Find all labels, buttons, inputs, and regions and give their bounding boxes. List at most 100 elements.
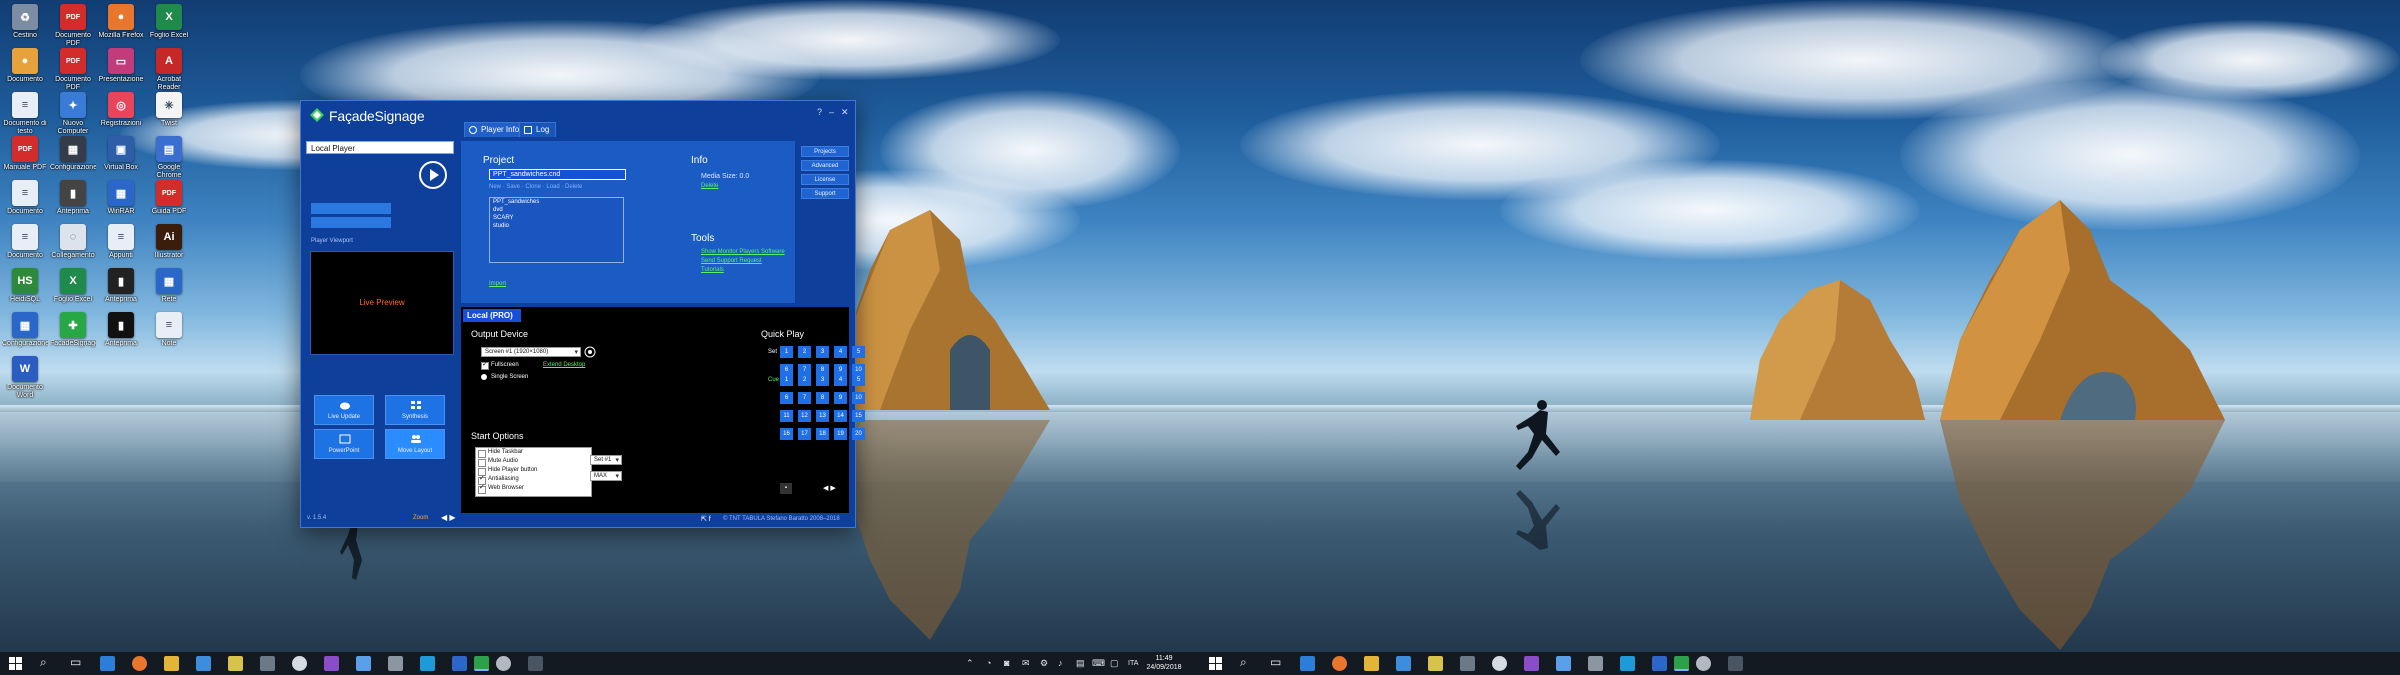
desktop-icon[interactable]: ≡ Documento di testo (2, 92, 48, 136)
folder-icon[interactable] (228, 656, 243, 671)
desktop-icon[interactable]: ✦ Nuovo Computer (50, 92, 96, 136)
antialiasing-checkbox[interactable]: Antialiasing (478, 474, 589, 485)
tray-up-icon[interactable]: ⌃ (966, 658, 974, 669)
edge-icon[interactable] (100, 656, 115, 671)
fullscreen-checkbox[interactable]: Fullscreen (481, 360, 519, 370)
cue-button[interactable]: 16 (780, 428, 793, 440)
list-item[interactable]: PPT_sandwiches (490, 198, 623, 206)
media-delete-link[interactable]: Delete (701, 183, 718, 189)
cue-button[interactable]: 13 (816, 410, 829, 422)
nav-arrows[interactable]: ◀ ▶ (441, 513, 456, 522)
desktop-icon[interactable]: ♻ Cestino (2, 4, 48, 48)
chrome-icon[interactable] (292, 656, 307, 671)
close-button[interactable]: ✕ (841, 107, 849, 118)
taskbar-clock[interactable]: 11:49 24/09/2018 (1134, 654, 1194, 672)
monitor-players-link[interactable]: Show Monitor Players Software (701, 249, 785, 255)
start-set-select[interactable]: Set #1 (590, 455, 622, 465)
task-view-icon[interactable]: ▭ (1270, 655, 1281, 669)
tutorials-link[interactable]: Tutorials (701, 267, 724, 273)
social-icons[interactable]: ⇱ f (701, 515, 711, 523)
minimize-button[interactable]: – (829, 107, 834, 117)
project-actions[interactable]: New · Save · Clone · Load · Delete (489, 184, 582, 190)
hide-player-button-checkbox[interactable]: Hide Player button (478, 467, 589, 476)
tray-app-icon[interactable]: ⚙ (1040, 658, 1048, 669)
tool-icon[interactable] (1588, 656, 1603, 671)
desktop-icon[interactable]: PDF Documento PDF (50, 4, 96, 48)
desktop-icon[interactable]: HS HeidiSQL (2, 268, 48, 312)
cue-button[interactable]: 20 (852, 428, 865, 440)
desktop-icon[interactable]: ● Mozilla Firefox (98, 4, 144, 48)
screen-select[interactable]: Screen #1 (1920×1080) (481, 347, 581, 357)
tab-player-info[interactable]: Player Info (464, 122, 527, 137)
set-button[interactable]: 1 (780, 346, 793, 358)
desktop-icon[interactable]: ≡ Note (146, 312, 192, 356)
cue-button[interactable]: 5 (852, 374, 865, 386)
live-update-tile[interactable]: Live Update (314, 395, 374, 425)
app-icon[interactable] (1396, 656, 1411, 671)
cue-button[interactable]: 7 (798, 392, 811, 404)
search-icon[interactable]: ⌕ (40, 655, 47, 670)
cue-button[interactable]: 9 (834, 392, 847, 404)
facadesignage-taskbar-icon[interactable] (1674, 656, 1689, 671)
cue-nav-arrows[interactable]: ◀ ▶ (823, 484, 836, 492)
desktop-icon[interactable]: ▣ Virtual Box (98, 136, 144, 180)
volume-icon[interactable]: ♪ (1058, 658, 1063, 668)
settings-icon[interactable] (1460, 656, 1475, 671)
desktop-icon[interactable]: ▮ Anteprima (50, 180, 96, 224)
support-button[interactable]: Support (801, 188, 849, 199)
desktop-icon[interactable]: X Foglio Excel (146, 4, 192, 48)
skype-icon[interactable] (1620, 656, 1635, 671)
cue-button[interactable]: 4 (834, 374, 847, 386)
desktop-icon[interactable]: ▮ Anteprima (98, 268, 144, 312)
desktop-icon[interactable]: PDF Guida PDF (146, 180, 192, 224)
desktop-icon[interactable]: ✚ FacadeSignage (50, 312, 96, 356)
desktop-icon[interactable]: ▮ Anteprima (98, 312, 144, 356)
cue-button[interactable]: 2 (798, 374, 811, 386)
tab-log[interactable]: Log (519, 122, 557, 137)
cue-button[interactable]: 18 (816, 428, 829, 440)
extend-desktop-link[interactable]: Extend Desktop (543, 362, 585, 368)
cue-button[interactable]: 15 (852, 410, 865, 422)
desktop-icon[interactable]: ▭ Presentazione (98, 48, 144, 92)
tray-app-icon[interactable]: ◙ (1004, 658, 1009, 668)
desktop-icon[interactable]: ▦ WinRAR (98, 180, 144, 224)
desktop-icon[interactable]: Ai Illustrator (146, 224, 192, 268)
cue-button[interactable]: 3 (816, 374, 829, 386)
paint-icon[interactable] (496, 656, 511, 671)
cue-button[interactable]: 10 (852, 392, 865, 404)
file-explorer-icon[interactable] (1364, 656, 1379, 671)
support-request-link[interactable]: Send Support Request (701, 258, 762, 264)
cue-button[interactable]: 8 (816, 392, 829, 404)
task-view-icon[interactable]: ▭ (70, 655, 81, 669)
windows-start-icon[interactable] (8, 656, 23, 671)
desktop-icon[interactable]: ▦ Rete (146, 268, 192, 312)
network-tray-icon[interactable]: ▤ (1076, 658, 1085, 669)
calculator-icon[interactable] (528, 656, 543, 671)
player-field-2[interactable] (311, 217, 391, 228)
advanced-button[interactable]: Advanced (801, 160, 849, 171)
desktop-icon[interactable]: ≡ Documento (2, 180, 48, 224)
desktop-icon[interactable]: X Foglio Excel (50, 268, 96, 312)
stop-button[interactable]: ▪ (780, 483, 792, 494)
settings-icon[interactable] (260, 656, 275, 671)
desktop-icon[interactable]: ≡ Documento (2, 224, 48, 268)
desktop-icon[interactable]: PDF Documento PDF (50, 48, 96, 92)
cue-button[interactable]: 17 (798, 428, 811, 440)
cue-button[interactable]: 6 (780, 392, 793, 404)
cue-button[interactable]: 11 (780, 410, 793, 422)
network-icon[interactable] (1652, 656, 1667, 671)
set-button[interactable]: 2 (798, 346, 811, 358)
hide-taskbar-checkbox[interactable]: Hide Taskbar (478, 449, 589, 458)
help-icon[interactable]: ? (817, 107, 822, 117)
notes-icon[interactable] (1556, 656, 1571, 671)
visual-studio-icon[interactable] (324, 656, 339, 671)
move-layout-tile[interactable]: Move Layout (385, 429, 445, 459)
visual-studio-icon[interactable] (1524, 656, 1539, 671)
projects-button[interactable]: Projects (801, 146, 849, 157)
windows-start-icon[interactable] (1208, 656, 1223, 671)
set-button[interactable]: 3 (816, 346, 829, 358)
folder-icon[interactable] (1428, 656, 1443, 671)
cue-button[interactable]: 12 (798, 410, 811, 422)
paint-icon[interactable] (1696, 656, 1711, 671)
desktop-icon[interactable]: ◌ Collegamento (50, 224, 96, 268)
